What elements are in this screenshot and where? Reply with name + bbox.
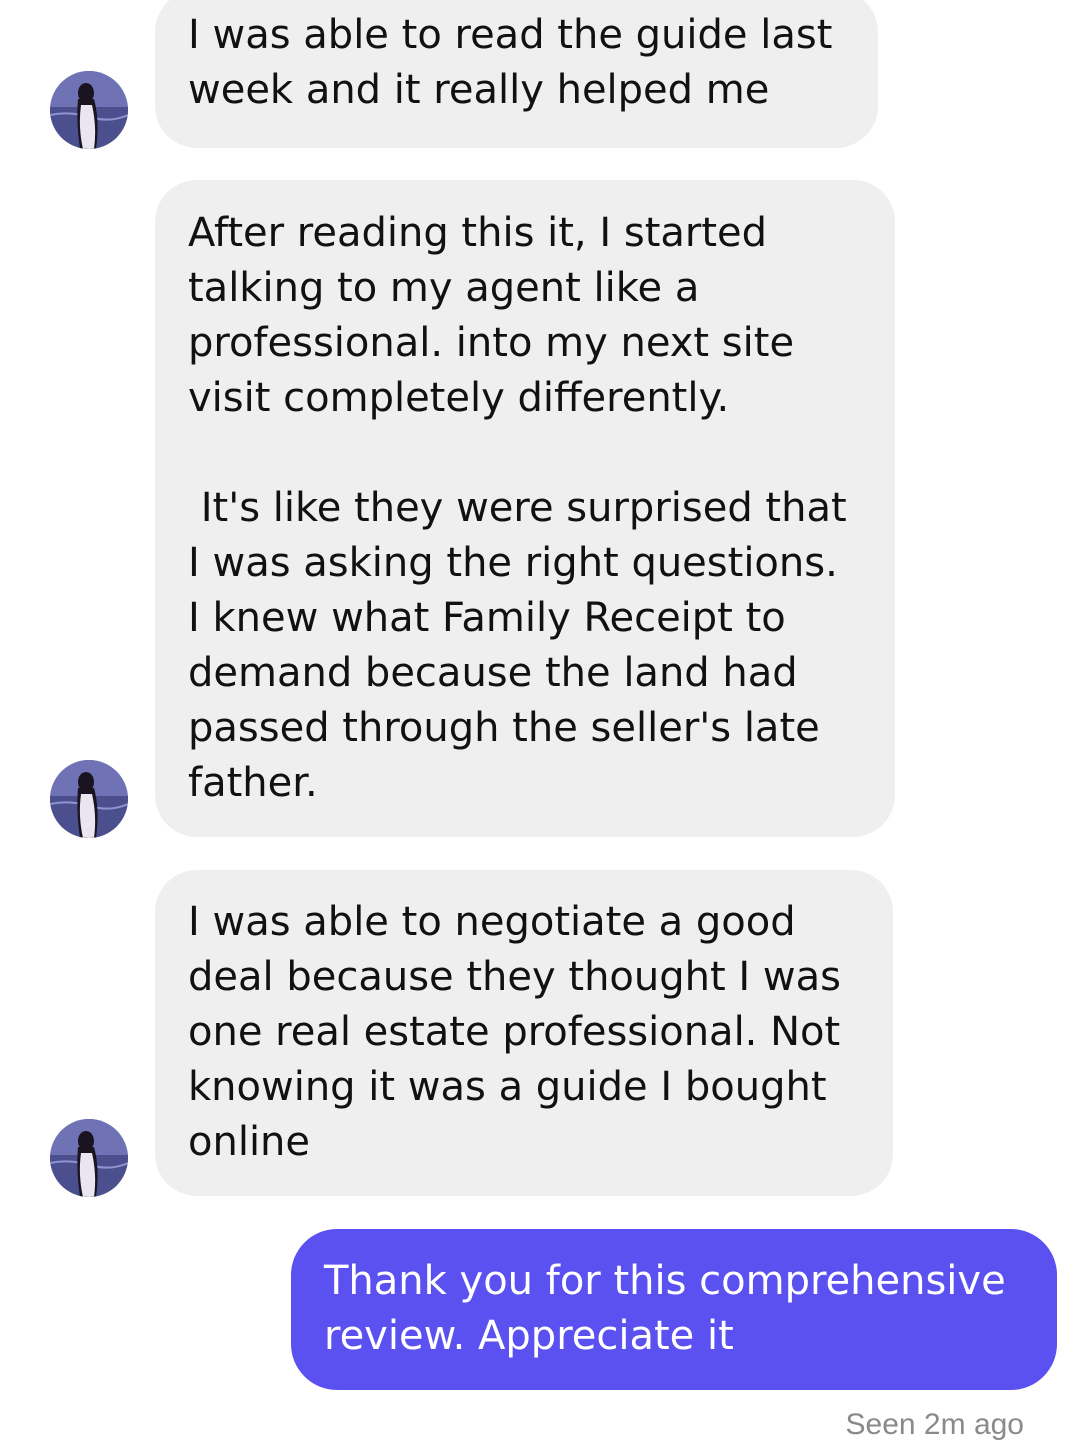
profile-photo-icon bbox=[50, 760, 128, 838]
contact-avatar[interactable] bbox=[50, 1119, 128, 1197]
seen-status: Seen 2m ago bbox=[845, 1408, 1024, 1441]
profile-photo-icon bbox=[50, 71, 128, 149]
profile-photo-icon bbox=[50, 1119, 128, 1197]
message-bubble-outgoing[interactable]: Thank you for this comprehensive review.… bbox=[291, 1229, 1057, 1390]
contact-avatar[interactable] bbox=[50, 71, 128, 149]
message-thread: I was able to read the guide last week a… bbox=[0, 0, 1080, 1451]
message-bubble-incoming[interactable]: I was able to read the guide last week a… bbox=[155, 0, 878, 148]
contact-avatar[interactable] bbox=[50, 760, 128, 838]
message-bubble-incoming[interactable]: After reading this it, I started talking… bbox=[155, 180, 895, 837]
message-bubble-incoming[interactable]: I was able to negotiate a good deal beca… bbox=[155, 870, 893, 1196]
